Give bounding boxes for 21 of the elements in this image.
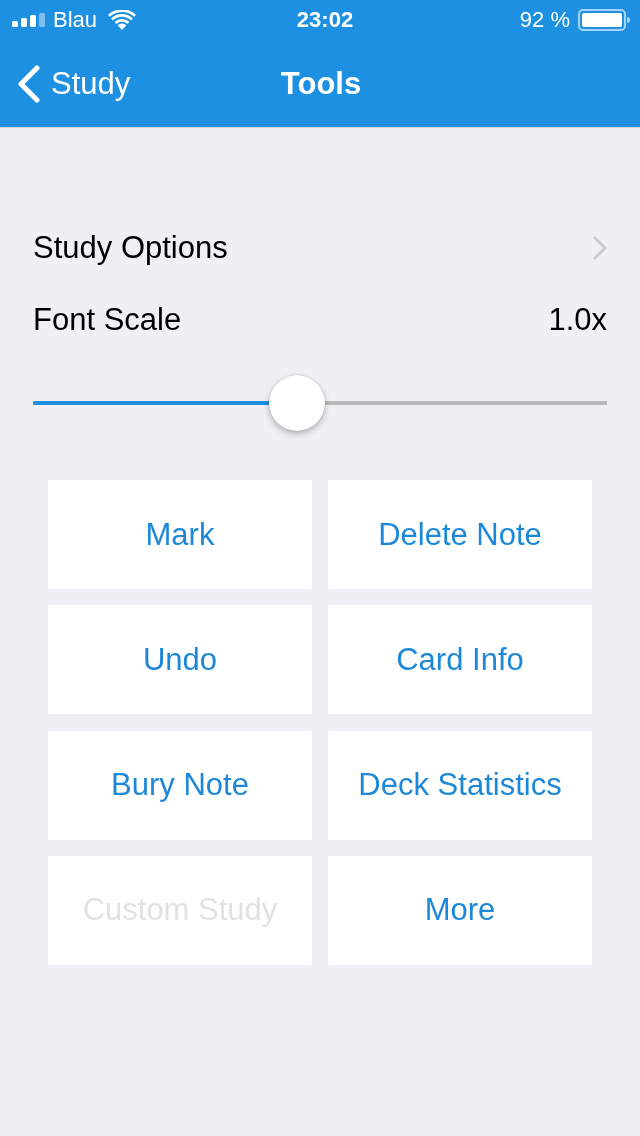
battery-percent: 92 %	[519, 7, 570, 33]
setting-value: 1.0x	[548, 302, 607, 338]
action-button[interactable]: Bury Note	[48, 730, 312, 840]
slider-thumb[interactable]	[269, 375, 326, 431]
action-button[interactable]: Delete Note	[328, 480, 592, 589]
action-button[interactable]: Deck Statistics	[328, 730, 592, 840]
back-button[interactable]: Study	[0, 55, 135, 112]
study-options-row[interactable]: Study Options	[33, 218, 607, 278]
status-time: 23:02	[296, 7, 354, 33]
chevron-icon	[593, 236, 607, 260]
signal-icon	[12, 13, 46, 27]
action-button[interactable]: Mark	[48, 480, 312, 589]
action-button[interactable]: More	[328, 855, 592, 965]
action-button[interactable]: Undo	[48, 605, 312, 715]
action-button[interactable]: Card Info	[328, 605, 592, 715]
battery-icon	[578, 9, 630, 31]
back-icon	[17, 64, 41, 103]
wifi-icon	[108, 10, 137, 30]
setting-label: Font Scale	[33, 302, 182, 338]
nav-title: Tools	[280, 65, 362, 102]
carrier-name: Blau	[53, 7, 98, 33]
